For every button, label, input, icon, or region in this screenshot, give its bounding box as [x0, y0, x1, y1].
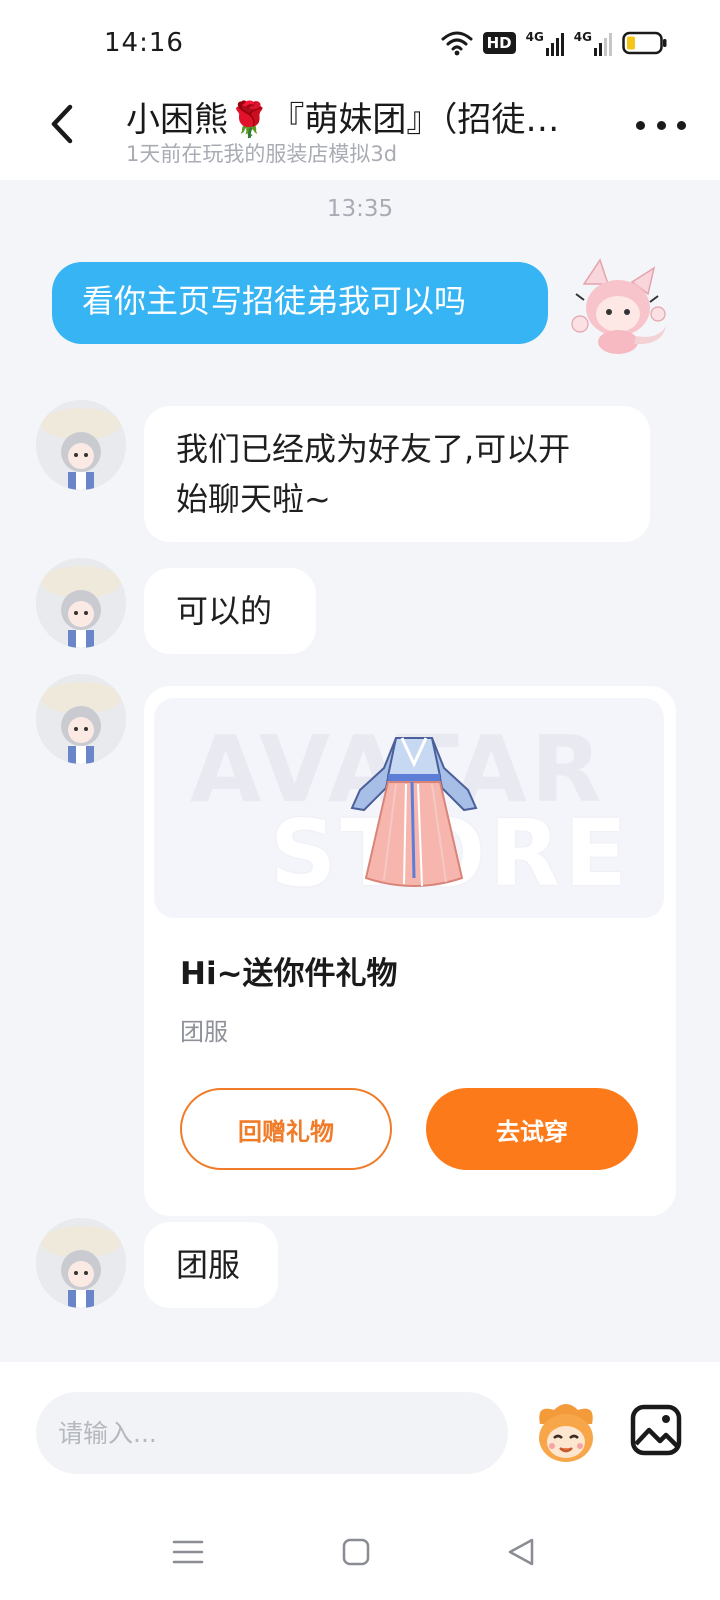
chat-header: 小困熊🌹『萌妹团』（招徒… 1天前在玩我的服装店模拟3d	[0, 88, 720, 180]
more-button[interactable]	[636, 110, 686, 140]
signal-icon-2: 4G	[574, 30, 612, 56]
status-bar: 14:16 HD 4G 4G	[0, 0, 720, 88]
message-text: 可以的	[176, 592, 273, 630]
friend-avatar[interactable]	[36, 674, 126, 764]
more-dot	[656, 120, 666, 130]
battery-icon	[622, 31, 667, 55]
message-text-line: 始聊天啦~	[176, 480, 331, 518]
my-avatar[interactable]	[562, 254, 672, 364]
emoji-mascot-icon	[539, 1404, 593, 1462]
more-dot	[677, 120, 686, 130]
chat-title: 小困熊🌹『萌妹团』（招徒…	[126, 100, 560, 140]
incoming-message-bubble[interactable]: 可以的	[144, 568, 316, 654]
message-input[interactable]	[36, 1392, 508, 1474]
try-on-button[interactable]: 去试穿	[426, 1088, 638, 1170]
friend-avatar[interactable]	[36, 558, 126, 648]
hd-icon: HD	[482, 32, 516, 54]
gift-image[interactable]: AVATAR STORE	[154, 698, 664, 918]
status-time: 14:16	[104, 28, 184, 58]
message-timestamp: 13:35	[326, 196, 394, 222]
dress-icon	[350, 737, 478, 887]
status-icons: HD 4G 4G	[441, 28, 668, 58]
back-triangle-icon[interactable]	[502, 1532, 542, 1572]
return-gift-button[interactable]: 回赠礼物	[180, 1088, 392, 1170]
menu-icon[interactable]	[168, 1532, 208, 1572]
incoming-message-bubble[interactable]: 团服	[144, 1222, 278, 1308]
gift-card[interactable]: AVATAR STORE Hi~送你件礼物 团服 回赠礼物 去试穿	[144, 686, 676, 1216]
gift-subtitle: 团服	[180, 1018, 228, 1046]
chat-subtitle: 1天前在玩我的服装店模拟3d	[126, 142, 398, 166]
back-button[interactable]	[40, 102, 84, 146]
message-text: 团服	[176, 1246, 241, 1284]
gift-title: Hi~送你件礼物	[180, 956, 398, 992]
image-button[interactable]	[630, 1404, 682, 1456]
outgoing-message-bubble[interactable]: 看你主页写招徒弟我可以吗	[52, 262, 548, 344]
friend-avatar-icon	[36, 1218, 126, 1308]
home-icon[interactable]	[336, 1532, 376, 1572]
message-text-line: 我们已经成为好友了,可以开	[176, 430, 571, 468]
image-icon	[630, 1404, 682, 1456]
friend-avatar-icon	[36, 400, 126, 490]
friend-avatar[interactable]	[36, 400, 126, 490]
incoming-message-bubble[interactable]: 我们已经成为好友了,可以开 始聊天啦~	[144, 406, 650, 542]
chevron-left-icon	[51, 104, 73, 144]
friend-avatar-icon	[36, 558, 126, 648]
system-nav-bar	[0, 1500, 720, 1600]
friend-avatar-icon	[36, 674, 126, 764]
more-dot	[636, 120, 645, 130]
message-text: 看你主页写招徒弟我可以吗	[82, 282, 467, 320]
emoji-button[interactable]	[532, 1398, 600, 1466]
wifi-icon	[441, 31, 473, 56]
friend-avatar[interactable]	[36, 1218, 126, 1308]
signal-icon-1: 4G	[526, 30, 564, 56]
anime-girl-avatar-icon	[571, 258, 666, 354]
